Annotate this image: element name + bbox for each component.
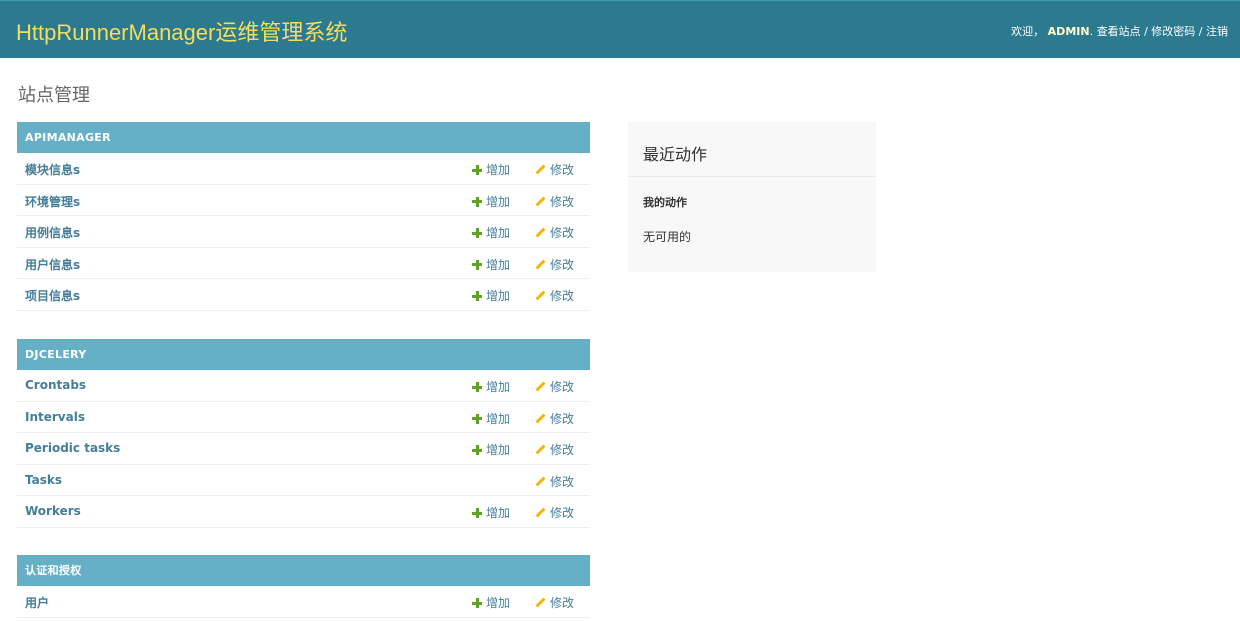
pencil-icon: [535, 476, 546, 487]
plus-icon: [472, 445, 482, 455]
change-link[interactable]: 修改: [535, 504, 574, 521]
change-link[interactable]: 修改: [535, 378, 574, 395]
model-link[interactable]: 用户: [25, 594, 49, 611]
plus-icon: [472, 413, 482, 424]
change-link[interactable]: 修改: [535, 193, 574, 210]
change-link[interactable]: 修改: [535, 224, 574, 241]
plus-icon: [472, 291, 482, 301]
model-link[interactable]: 项目信息s: [25, 287, 80, 304]
change-link[interactable]: 修改: [535, 441, 574, 458]
model-row: 用户 增加 修改: [17, 586, 590, 618]
model-row: Workers 增加 修改: [17, 496, 590, 528]
model-row: 模块信息s 增加 修改: [17, 153, 590, 185]
pencil-icon: [535, 164, 546, 175]
model-link[interactable]: 模块信息s: [25, 161, 80, 178]
pencil-icon: [535, 507, 546, 518]
plus-icon: [472, 196, 482, 207]
module-caption[interactable]: 认证和授权: [17, 555, 590, 586]
username: ADMIN: [1047, 25, 1090, 38]
header-bar: HttpRunnerManager运维管理系统 欢迎， ADMIN. 查看站点 …: [0, 0, 1240, 58]
my-actions-heading: 我的动作: [643, 196, 687, 209]
model-row: 用户信息s 增加 修改: [17, 248, 590, 279]
module-caption[interactable]: DJCELERY: [17, 339, 590, 370]
model-link[interactable]: Workers: [25, 504, 81, 518]
model-row: Periodic tasks 增加 修改: [17, 433, 590, 465]
pencil-icon: [535, 597, 546, 608]
pencil-icon: [535, 290, 546, 301]
pencil-icon: [535, 196, 546, 207]
module-caption[interactable]: APIMANAGER: [17, 122, 590, 153]
model-link[interactable]: Tasks: [25, 473, 62, 487]
site-branding[interactable]: HttpRunnerManager运维管理系统: [16, 15, 347, 47]
module-apimanager: APIMANAGER 模块信息s 增加 修改 环境管理s 增加 修改 用例信息s…: [17, 122, 590, 311]
change-link[interactable]: 修改: [535, 287, 574, 304]
add-link[interactable]: 增加: [472, 161, 510, 178]
add-link[interactable]: 增加: [472, 410, 510, 427]
change-link[interactable]: 修改: [535, 594, 574, 611]
add-link[interactable]: 增加: [472, 378, 510, 395]
model-link[interactable]: Intervals: [25, 410, 85, 424]
view-site-link[interactable]: 查看站点: [1097, 25, 1141, 38]
pencil-icon: [535, 381, 546, 392]
change-password-link[interactable]: 修改密码: [1151, 25, 1195, 38]
pencil-icon: [535, 413, 546, 424]
change-link[interactable]: 修改: [535, 161, 574, 178]
add-link[interactable]: 增加: [472, 193, 510, 210]
model-row: 环境管理s 增加 修改: [17, 185, 590, 216]
plus-icon: [472, 508, 482, 518]
model-row: 项目信息s 增加 修改: [17, 279, 590, 311]
module-auth: 认证和授权 用户 增加 修改: [17, 555, 590, 618]
add-link[interactable]: 增加: [472, 224, 510, 241]
model-link[interactable]: Crontabs: [25, 378, 86, 392]
module-djcelery: DJCELERY Crontabs 增加 修改 Intervals 增加 修改 …: [17, 339, 590, 528]
user-tools: 欢迎， ADMIN. 查看站点 / 修改密码 / 注销: [1011, 25, 1228, 38]
add-link[interactable]: 增加: [472, 504, 510, 521]
model-link[interactable]: 环境管理s: [25, 193, 80, 210]
plus-icon: [472, 259, 482, 270]
none-available-text: 无可用的: [643, 230, 692, 244]
separator: /: [1144, 25, 1148, 38]
plus-icon: [472, 228, 482, 238]
pencil-icon: [535, 444, 546, 455]
add-link[interactable]: 增加: [472, 287, 510, 304]
model-row: Tasks 修改: [17, 465, 590, 496]
model-row: 用例信息s 增加 修改: [17, 216, 590, 248]
model-row: Crontabs 增加 修改: [17, 370, 590, 402]
add-link[interactable]: 增加: [472, 594, 510, 611]
change-link[interactable]: 修改: [535, 410, 574, 427]
model-link[interactable]: 用例信息s: [25, 224, 80, 241]
divider: [628, 176, 876, 177]
logout-link[interactable]: 注销: [1206, 25, 1228, 38]
model-row: Intervals 增加 修改: [17, 402, 590, 433]
welcome-text: 欢迎，: [1011, 25, 1045, 38]
model-link[interactable]: 用户信息s: [25, 256, 80, 273]
plus-icon: [472, 598, 482, 608]
change-link[interactable]: 修改: [535, 473, 574, 490]
page-title: 站点管理: [18, 85, 90, 106]
pencil-icon: [535, 259, 546, 270]
add-link[interactable]: 增加: [472, 256, 510, 273]
pencil-icon: [535, 227, 546, 238]
recent-actions-title: 最近动作: [643, 145, 708, 164]
plus-icon: [472, 165, 482, 175]
add-link[interactable]: 增加: [472, 441, 510, 458]
model-link[interactable]: Periodic tasks: [25, 441, 120, 455]
plus-icon: [472, 382, 482, 392]
separator: /: [1198, 25, 1203, 38]
change-link[interactable]: 修改: [535, 256, 574, 273]
recent-actions-panel: 最近动作 我的动作 无可用的: [628, 122, 876, 272]
